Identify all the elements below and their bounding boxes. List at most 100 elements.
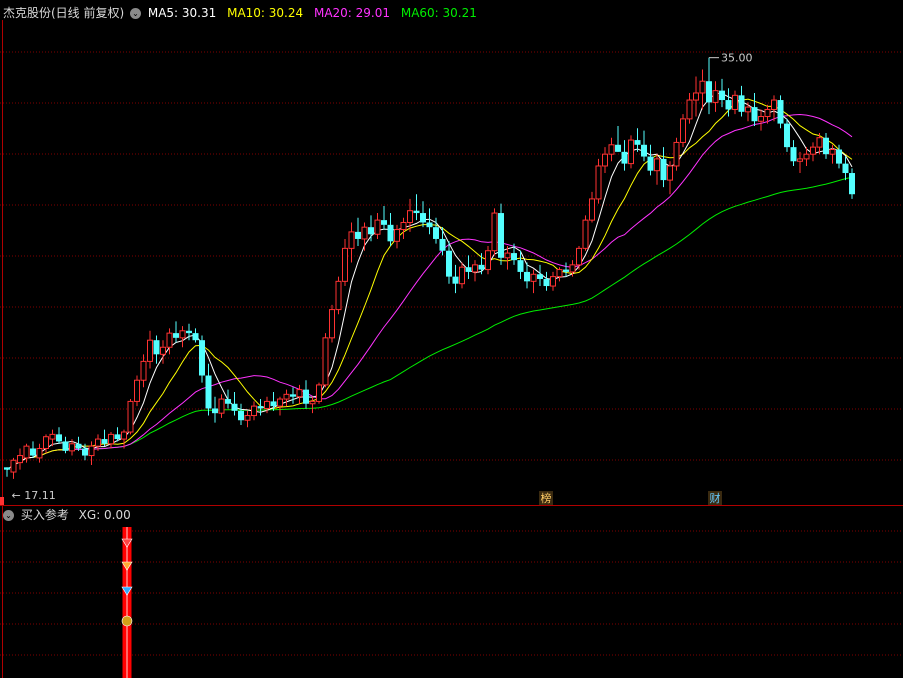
candle-body (680, 118, 686, 143)
candle-body (36, 447, 43, 459)
candle-body (563, 269, 569, 272)
candle-body (251, 405, 257, 417)
candle-body (712, 90, 719, 103)
candle-body (244, 415, 251, 421)
stock-title: 杰克股份(日线 前复权) (3, 6, 125, 20)
candle-body (153, 340, 160, 355)
candle-body (504, 252, 511, 259)
ma5-legend: MA5: 30.31 (147, 6, 217, 20)
candle-body (738, 95, 745, 112)
candle-body (4, 467, 10, 470)
candle-body (368, 227, 374, 235)
candle-body (660, 158, 667, 181)
candle-body (348, 231, 355, 249)
candle-body (491, 212, 498, 252)
chevron-down-icon[interactable]: ⌄ (3, 510, 14, 521)
candle-body (270, 401, 277, 407)
candle-body (413, 210, 420, 214)
candle-body (296, 389, 303, 398)
candle-body (699, 80, 706, 94)
ma5-line (6, 93, 853, 471)
candle-body (686, 99, 693, 120)
candle-body (303, 389, 309, 404)
candle-body (212, 408, 218, 414)
candle-body (82, 448, 88, 456)
candle-body (452, 276, 459, 284)
candle-body (810, 146, 816, 155)
candle-body (725, 100, 732, 110)
candle-body (446, 250, 452, 277)
event-marker-2: 财 (710, 491, 721, 505)
candle-body (433, 227, 439, 239)
indicator-header: ⌄ 买入参考 XG: 0.00 (3, 508, 137, 522)
candle-body (777, 100, 784, 124)
ma20-legend: MA20: 29.01 (313, 6, 391, 20)
candle-body (121, 431, 127, 440)
candle-body (231, 403, 238, 411)
candle-body (108, 433, 114, 445)
candle-body (283, 393, 290, 400)
indicator-title: 买入参考 (20, 508, 69, 522)
ma10-legend: MA10: 30.24 (227, 6, 304, 20)
candle-body (62, 441, 69, 451)
candle-body (166, 332, 173, 348)
candle-body (485, 250, 491, 271)
candle-body (439, 238, 446, 251)
money-bag-icon (121, 615, 133, 627)
candle-body (186, 330, 192, 334)
candle-body (803, 153, 810, 160)
period-marker (0, 497, 4, 505)
candle-body (127, 400, 134, 433)
candle-body (205, 375, 212, 409)
candle-body (257, 406, 264, 409)
candle-body (498, 213, 504, 258)
candle-body (569, 264, 576, 273)
candle-body (751, 107, 758, 122)
candle-body (335, 280, 342, 311)
candle-body (361, 226, 368, 240)
candle-body (647, 156, 654, 171)
candle-body (459, 266, 465, 285)
candle-body (758, 116, 764, 122)
candle-body (719, 90, 725, 101)
candle-body (225, 399, 231, 404)
candle-body (634, 140, 641, 145)
candle-body (764, 108, 771, 118)
candle-body (745, 106, 751, 113)
low-price-label: ← 17.11 (12, 489, 56, 502)
kline-chart[interactable]: 35.00 ← 17.11 榜 财 (0, 0, 903, 678)
ma10-line (6, 98, 853, 471)
candle-body (836, 149, 842, 164)
candle-body (667, 165, 673, 181)
ma60-legend: MA60: 30.21 (400, 6, 477, 20)
candle-body (23, 445, 30, 459)
candle-body (264, 400, 270, 409)
candle-body (472, 264, 478, 273)
candle-body (342, 247, 348, 282)
candle-body (608, 144, 615, 155)
candle-body (101, 439, 108, 444)
candle-body (30, 448, 36, 456)
candle-body (849, 173, 855, 195)
candle-body (615, 144, 621, 152)
candle-body (550, 276, 556, 287)
candle-body (374, 219, 381, 235)
candle-body (530, 273, 537, 282)
candle-body (407, 210, 413, 223)
chevron-down-icon[interactable]: ⌄ (130, 8, 142, 19)
candle-body (192, 333, 199, 341)
candle-body (511, 253, 517, 261)
candle-body (387, 224, 394, 242)
candle-body (17, 455, 23, 464)
candle-body (517, 260, 524, 272)
candle-body (628, 139, 634, 165)
candle-body (316, 384, 322, 402)
candle-body (693, 92, 699, 101)
candle-body (69, 443, 75, 452)
candle-body (790, 147, 797, 162)
high-price-label: 35.00 (721, 52, 753, 65)
candle-body (797, 158, 803, 162)
candle-body (478, 264, 485, 270)
candle-body (134, 379, 140, 402)
candle-body (589, 198, 595, 221)
